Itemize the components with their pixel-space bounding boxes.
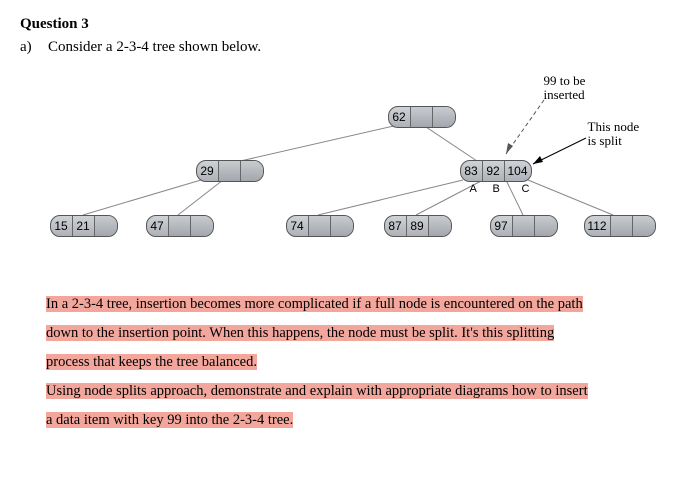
node-cell: 92 [483,161,505,181]
node-cell: 47 [147,216,169,236]
node-cell: 89 [407,216,429,236]
annotation-split: This node is split [588,120,640,149]
part-prompt: Consider a 2-3-4 tree shown below. [48,39,261,56]
node-cell: 21 [73,216,95,236]
node-cell: 112 [585,216,611,236]
tree-node-97: 97 [490,215,558,237]
part-label: a) [20,39,34,56]
node-cell-empty [331,216,353,236]
node-cell-empty [429,216,451,236]
tree-node-15-21: 15 21 [50,215,118,237]
highlighted-text: a data item with key 99 into the 2-3-4 t… [46,412,293,428]
body-paragraph-1: In a 2-3-4 tree, insertion becomes more … [46,290,661,435]
tree-node-112: 112 [584,215,656,237]
node-cell: 62 [389,107,411,127]
node-cell: 104 [505,161,531,181]
node-cell: 15 [51,216,73,236]
node-cell-empty [433,107,455,127]
tree-node-74: 74 [286,215,354,237]
part-row: a) Consider a 2-3-4 tree shown below. [20,39,675,56]
node-cell-empty [219,161,241,181]
sublabel-a: A [470,183,477,195]
highlighted-text: down to the insertion point. When this h… [46,325,554,341]
node-cell-empty [633,216,655,236]
tree-node-47: 47 [146,215,214,237]
tree-node-83-92-104: 83 92 104 [460,160,532,182]
tree-node-87-89: 87 89 [384,215,452,237]
tree-figure: 62 29 83 92 104 15 21 47 74 87 89 97 [28,70,668,260]
question-heading: Question 3 [20,16,675,33]
node-cell-empty [95,216,117,236]
sublabel-b: B [493,183,500,195]
node-cell: 74 [287,216,309,236]
node-cell: 87 [385,216,407,236]
tree-node-root: 62 [388,106,456,128]
node-cell: 29 [197,161,219,181]
node-cell-empty [513,216,535,236]
node-cell-empty [191,216,213,236]
node-cell-empty [241,161,263,181]
node-cell-empty [535,216,557,236]
annotation-inserted: 99 to be inserted [544,74,586,103]
tree-node-29: 29 [196,160,264,182]
node-cell-empty [309,216,331,236]
node-cell-empty [611,216,633,236]
sublabel-c: C [522,183,530,195]
highlighted-text: In a 2-3-4 tree, insertion becomes more … [46,296,583,312]
node-cell: 83 [461,161,483,181]
highlighted-text: process that keeps the tree balanced. [46,354,257,370]
node-cell: 97 [491,216,513,236]
highlighted-text: Using node splits approach, demonstrate … [46,383,588,399]
node-cell-empty [411,107,433,127]
node-cell-empty [169,216,191,236]
